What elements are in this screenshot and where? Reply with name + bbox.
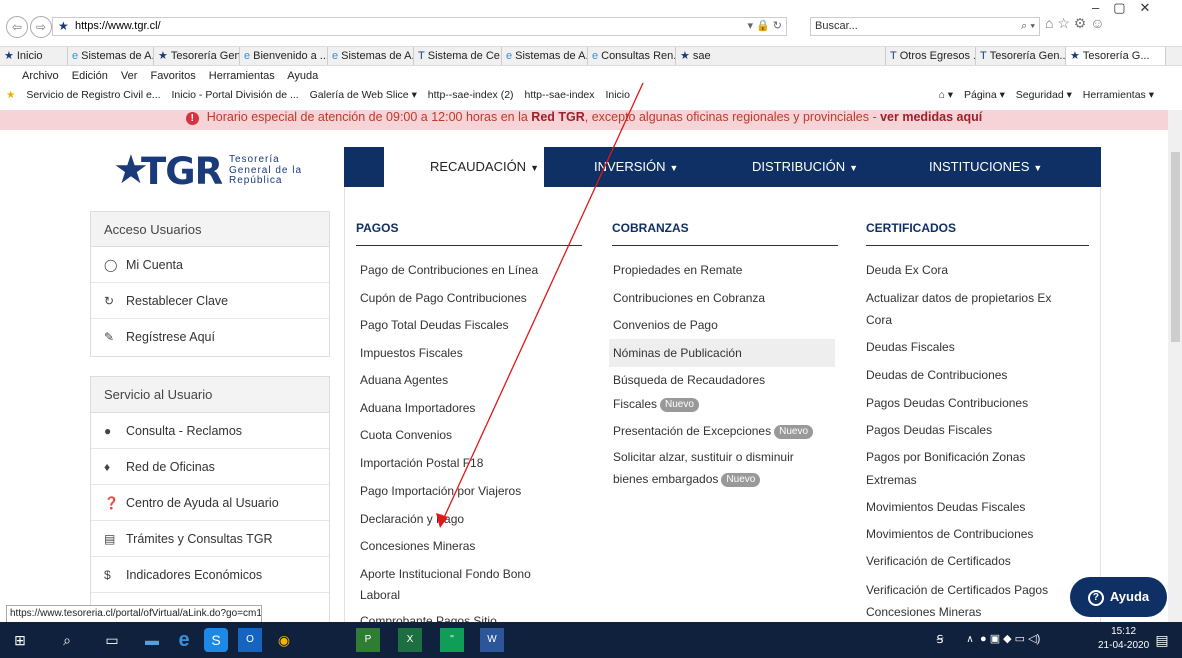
hangouts-icon[interactable]: " [440, 628, 464, 652]
skype-icon[interactable]: S [204, 628, 228, 652]
word-icon[interactable]: W [480, 628, 504, 652]
search-icon[interactable]: ⌕ [55, 628, 79, 652]
outlook-icon[interactable]: O [238, 628, 262, 652]
people-icon[interactable]: Ꞩ [928, 628, 952, 652]
project-icon[interactable]: P [356, 628, 380, 652]
clock-date: 21-04-2020 [1098, 640, 1150, 651]
excel-icon[interactable]: X [398, 628, 422, 652]
chrome-icon[interactable]: ◉ [272, 628, 296, 652]
clock[interactable]: 15:12 21-04-2020 [1098, 625, 1149, 653]
annotation-arrow [436, 82, 644, 528]
tray-app-icons[interactable]: ● ▣ ◆ ▭ ◁) [980, 632, 1040, 645]
status-bar-url: https://www.tesoreria.cl/portal/ofVirtua… [6, 605, 262, 623]
help-button[interactable]: ? Ayuda [1070, 577, 1167, 617]
task-view-icon[interactable]: ▭ [100, 628, 124, 652]
file-explorer-icon[interactable]: ▬ [140, 628, 164, 652]
internet-explorer-icon[interactable]: e [172, 628, 196, 652]
scrollbar-thumb[interactable] [1171, 152, 1180, 342]
windows-start-icon[interactable]: ⊞ [8, 628, 32, 652]
notifications-icon[interactable]: ▤ [1150, 628, 1174, 652]
taskbar: ⊞ ⌕ ▭ ▬ e S O ◉ P X " W Ꞩ ∧ ● ▣ ◆ ▭ ◁) 1… [0, 622, 1182, 658]
tray-icons[interactable]: ∧ [958, 628, 982, 652]
help-label: Ayuda [1109, 589, 1150, 604]
question-circle-icon: ? [1087, 589, 1104, 606]
clock-time: 15:12 [1111, 626, 1137, 637]
